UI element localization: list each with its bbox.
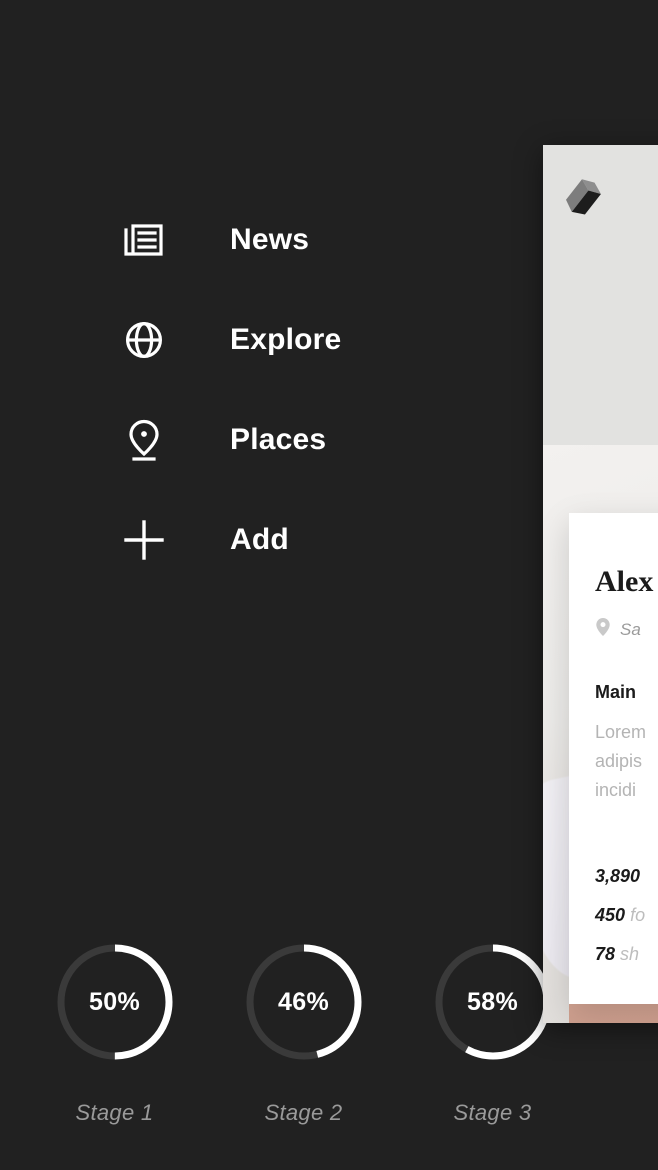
progress-ring-stage-1: 50% (53, 940, 177, 1064)
card-title: Alex (595, 565, 654, 599)
nav-label-add: Add (230, 523, 289, 556)
cube-logo[interactable] (559, 175, 603, 225)
stat-row: 3,890 (595, 857, 658, 896)
stage-item[interactable]: 50% Stage 1 (42, 940, 187, 1126)
stat-number: 3,890 (595, 866, 641, 887)
nav-label-explore: Explore (230, 323, 342, 356)
card-stats: 3,890 450 fo 78 sh (595, 857, 658, 974)
stat-row: 78 sh (595, 935, 658, 974)
card-body-line: Lorem (595, 722, 647, 743)
newspaper-icon (118, 214, 170, 266)
stat-number: 450 (595, 905, 626, 926)
card-body-line: incidi (595, 780, 637, 801)
profile-info-card[interactable]: Alex Sa Main Lorem adipis incidi 3,890 4… (569, 513, 658, 1005)
card-body-line: adipis (595, 751, 643, 772)
nav-item-places[interactable]: Places (0, 390, 520, 490)
progress-ring-stage-2: 46% (242, 940, 366, 1064)
progress-ring-stage-3: 58% (431, 940, 555, 1064)
stage-item[interactable]: 46% Stage 2 (231, 940, 376, 1126)
stage-label-3: Stage 3 (453, 1100, 532, 1125)
stage-label-1: Stage 1 (75, 1100, 154, 1125)
card-location-text: Sa (620, 619, 641, 639)
stat-label: sh (620, 944, 640, 965)
nav-label-places: Places (230, 423, 327, 456)
map-pin-icon (118, 414, 170, 466)
nav-item-news[interactable]: News (0, 190, 520, 290)
progress-value-stage-2: 46% (278, 987, 329, 1016)
nav-item-explore[interactable]: Explore (0, 290, 520, 390)
globe-icon (118, 314, 170, 366)
card-section-title: Main (595, 682, 637, 703)
stat-row: 450 fo (595, 896, 658, 935)
map-pin-icon (595, 617, 611, 642)
preview-panel[interactable]: Alex Sa Main Lorem adipis incidi 3,890 4… (543, 145, 658, 1023)
nav-label-news: News (230, 223, 310, 256)
nav-item-add[interactable]: Add (0, 490, 520, 590)
progress-value-stage-3: 58% (467, 987, 518, 1016)
stage-progress-group: 50% Stage 1 46% Stage 2 58% Stage 3 (42, 940, 565, 1126)
main-nav: News Explore Places Add (0, 190, 520, 590)
stat-number: 78 (595, 944, 616, 965)
card-body-text: Lorem adipis incidi (595, 718, 658, 805)
stage-label-2: Stage 2 (264, 1100, 343, 1125)
card-location: Sa (595, 617, 658, 642)
progress-value-stage-1: 50% (89, 987, 140, 1016)
plus-icon (118, 514, 170, 566)
app-root: News Explore Places Add 50% Stage 1 46% … (0, 0, 658, 1170)
stat-label: fo (630, 905, 646, 926)
